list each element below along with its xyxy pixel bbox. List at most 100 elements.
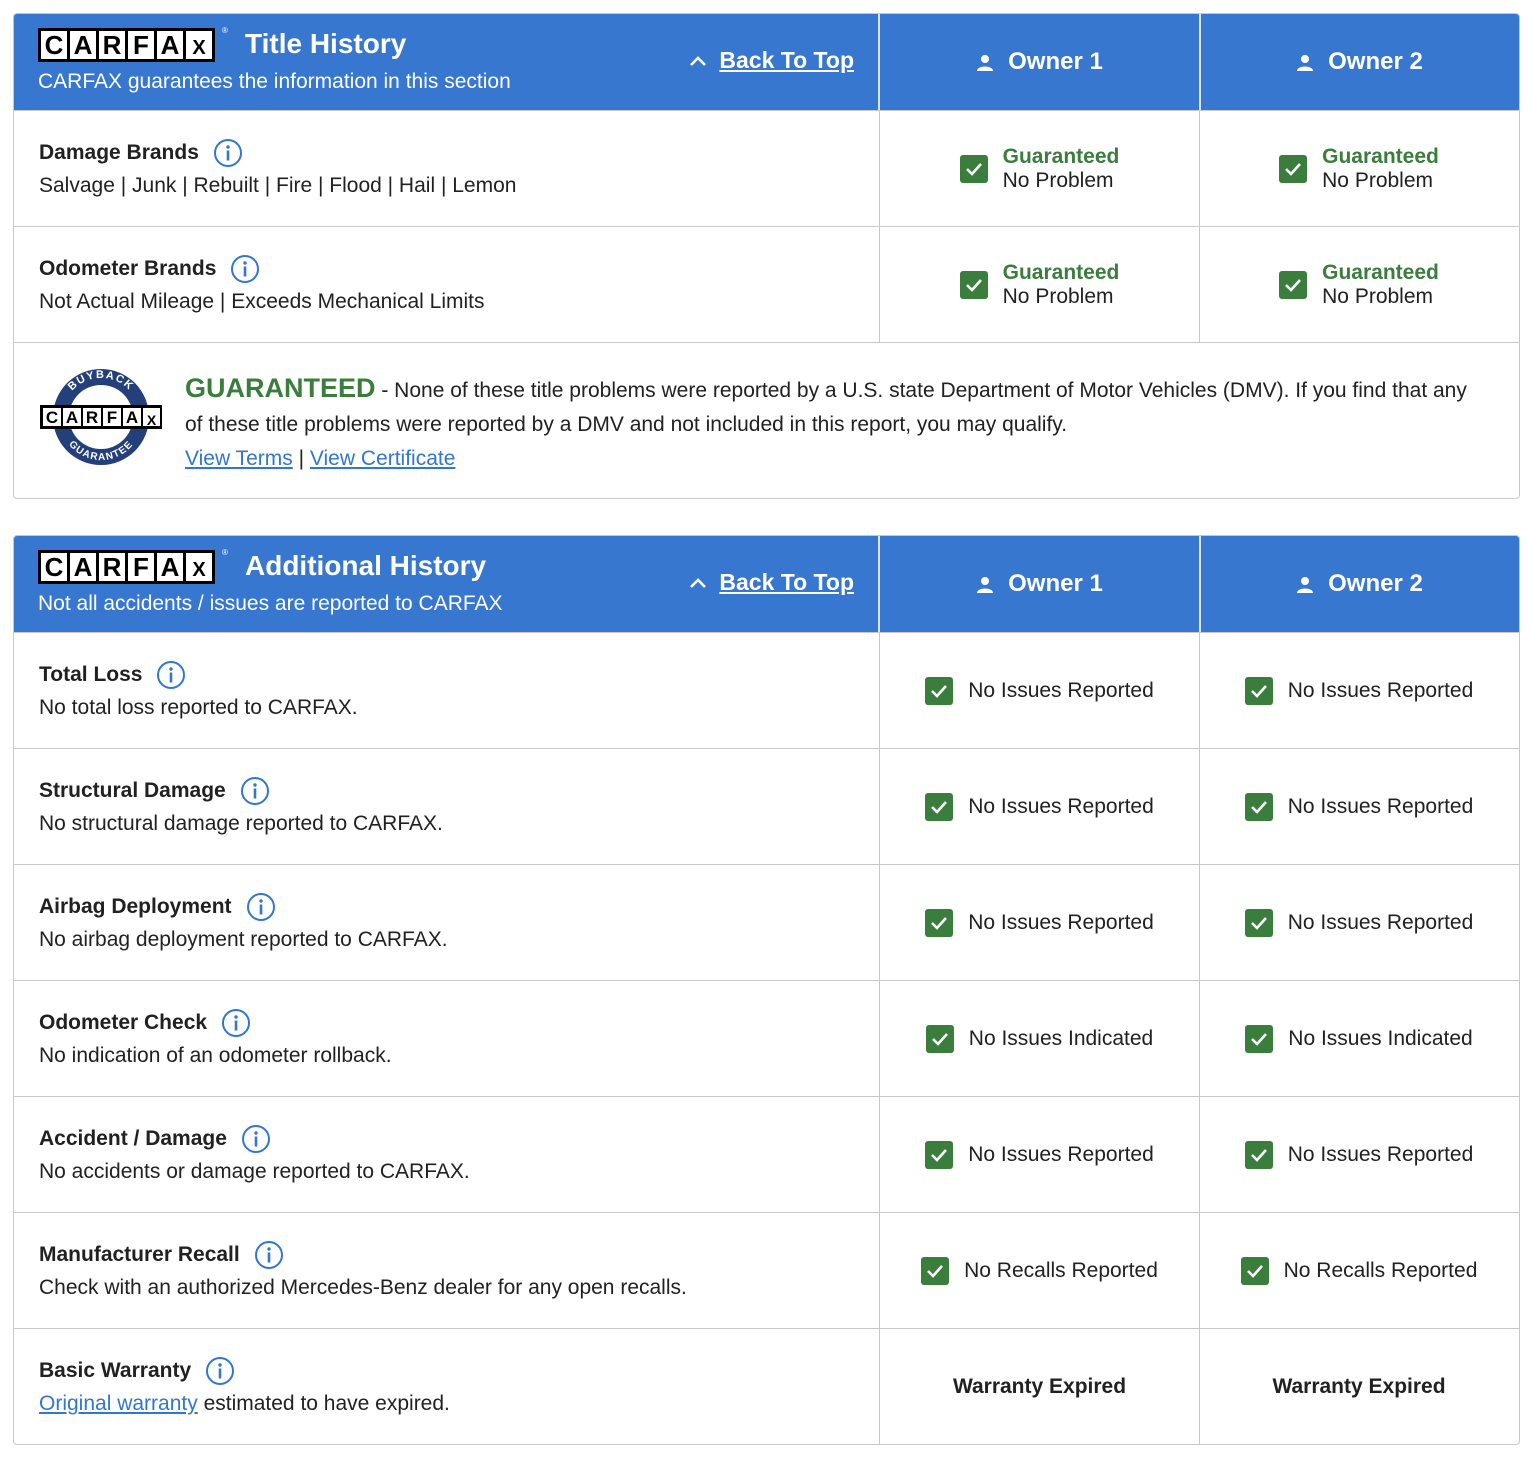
row-label: Odometer Brands [39,254,879,284]
status-text: No Recalls Reported [964,1258,1158,1282]
row-description: No indication of an odometer rollback. [39,1044,392,1067]
check-icon [925,792,954,821]
row-info: Manufacturer Recall Check with an author… [14,1213,880,1328]
status-text: No Problem [1322,284,1434,308]
row-description: Check with an authorized Mercedes-Benz d… [39,1276,687,1299]
person-icon [1297,55,1314,71]
basic-warranty-row: Basic Warranty Original warranty estimat… [14,1328,1519,1444]
row-description: No airbag deployment reported to CARFAX. [39,928,448,951]
owner-2-status: No Issues Reported [1199,633,1518,748]
row-description: No accidents or damage reported to CARFA… [39,1160,470,1183]
logo-letter: A [157,553,183,581]
view-terms-link[interactable]: View Terms [185,447,293,470]
header-main: C A R F A X ® Title History CARFAX guara… [14,14,880,110]
owner-1-status: No Issues Reported [880,1097,1199,1212]
status-text: No Issues Reported [1287,678,1474,702]
back-to-top-link[interactable]: Back To Top [689,569,854,596]
check-icon [1244,676,1273,705]
owner-2-status: No Issues Reported [1199,865,1518,980]
back-to-top-label: Back To Top [719,569,854,595]
title-history-section: C A R F A X ® Title History CARFAX guara… [13,13,1520,499]
check-icon [959,270,988,299]
owner-1-status: Guaranteed No Problem [880,111,1199,226]
info-icon[interactable] [213,138,243,168]
info-icon[interactable] [230,254,260,284]
section-subtitle: CARFAX guarantees the information in thi… [38,70,511,93]
info-icon[interactable] [246,892,276,922]
owner-2-status: No Issues Reported [1199,749,1518,864]
row-info: Odometer Check No indication of an odome… [14,981,880,1096]
status-text: No Problem [1002,168,1114,192]
check-icon [925,908,954,937]
info-icon[interactable] [205,1356,235,1386]
row-description: Original warranty estimated to have expi… [39,1392,879,1416]
original-warranty-link[interactable]: Original warranty [39,1392,198,1415]
check-icon [925,1024,954,1053]
owner-2-status: Guaranteed No Problem [1199,227,1518,342]
owner-1-header: Owner 1 [880,14,1199,110]
seal-logo-letter: F [107,408,117,427]
row-label: Manufacturer Recall [39,1240,879,1270]
info-icon[interactable] [254,1240,284,1270]
row-info: Structural Damage No structural damage r… [14,749,880,864]
logo-letter: A [157,31,183,59]
chevron-up-icon [690,55,707,66]
back-to-top-link[interactable]: Back To Top [689,47,854,74]
additional-history-section: C A R F A X ® Additional History Not all… [13,535,1520,1445]
damage-brands-row: Damage Brands Salvage | Junk | Rebuilt |… [14,110,1519,226]
status-text: No Recalls Reported [1283,1258,1478,1282]
info-icon[interactable] [240,776,270,806]
section-subtitle: Not all accidents / issues are reported … [38,592,503,615]
check-icon [1244,908,1273,937]
warranty-description: estimated to have expired. [197,1392,450,1415]
section-title: Additional History [245,550,487,581]
owner-label: Owner 1 [1008,48,1103,75]
structural-damage-row: Structural Damage No structural damage r… [14,748,1519,864]
row-label: Airbag Deployment [39,892,879,922]
status-text: No Issues Indicated [968,1026,1154,1050]
status-text: No Issues Reported [1287,794,1474,818]
row-info: Total Loss No total loss reported to CAR… [14,633,880,748]
logo-letter: C [41,31,67,59]
manufacturer-recall-row: Manufacturer Recall Check with an author… [14,1212,1519,1328]
chevron-up-icon [690,577,707,588]
row-label-text: Damage Brands [39,141,199,164]
row-info: Basic Warranty Original warranty estimat… [14,1329,880,1444]
owner-label: Owner 2 [1328,570,1423,597]
row-label-text: Accident / Damage [39,1127,227,1150]
odometer-check-row: Odometer Check No indication of an odome… [14,980,1519,1096]
check-icon [1240,1256,1269,1285]
view-certificate-link[interactable]: View Certificate [310,447,456,470]
odometer-brands-row: Odometer Brands Not Actual Mileage | Exc… [14,226,1519,342]
info-icon[interactable] [221,1008,251,1038]
row-info: Odometer Brands Not Actual Mileage | Exc… [14,227,880,342]
info-icon[interactable] [241,1124,271,1154]
check-icon [1279,154,1308,183]
seal-logo-letter: X [147,412,157,428]
carfax-logo: C A R F A X [38,28,215,62]
logo-letter: R [99,553,125,581]
status-text: No Issues Reported [968,794,1154,818]
seal-logo-letter: A [126,408,138,427]
buyback-guarantee-seal-icon: BUYBACK GUARANTEE C A R F A X [40,369,162,465]
owner-2-status: No Issues Reported [1199,1097,1518,1212]
owner-1-status: No Recalls Reported [880,1213,1199,1328]
row-label: Damage Brands [39,138,879,168]
status-text: No Problem [1002,284,1114,308]
logo-letter: A [70,31,96,59]
warranty-status: Warranty Expired [1272,1374,1446,1398]
owner-label: Owner 1 [1008,570,1103,597]
guaranteed-label: Guaranteed [1322,260,1439,284]
row-description: Salvage | Junk | Rebuilt | Fire | Flood … [39,174,517,197]
status-text: No Issues Reported [1287,1142,1474,1166]
info-icon[interactable] [156,660,186,690]
registered-mark: ® [222,26,228,35]
check-icon [1245,1024,1274,1053]
row-info: Airbag Deployment No airbag deployment r… [14,865,880,980]
check-icon [925,1140,954,1169]
logo-letter: R [99,31,125,59]
owner-1-status: No Issues Indicated [880,981,1199,1096]
logo-letter: C [41,553,67,581]
airbag-deployment-row: Airbag Deployment No airbag deployment r… [14,864,1519,980]
row-label-text: Structural Damage [39,779,226,802]
